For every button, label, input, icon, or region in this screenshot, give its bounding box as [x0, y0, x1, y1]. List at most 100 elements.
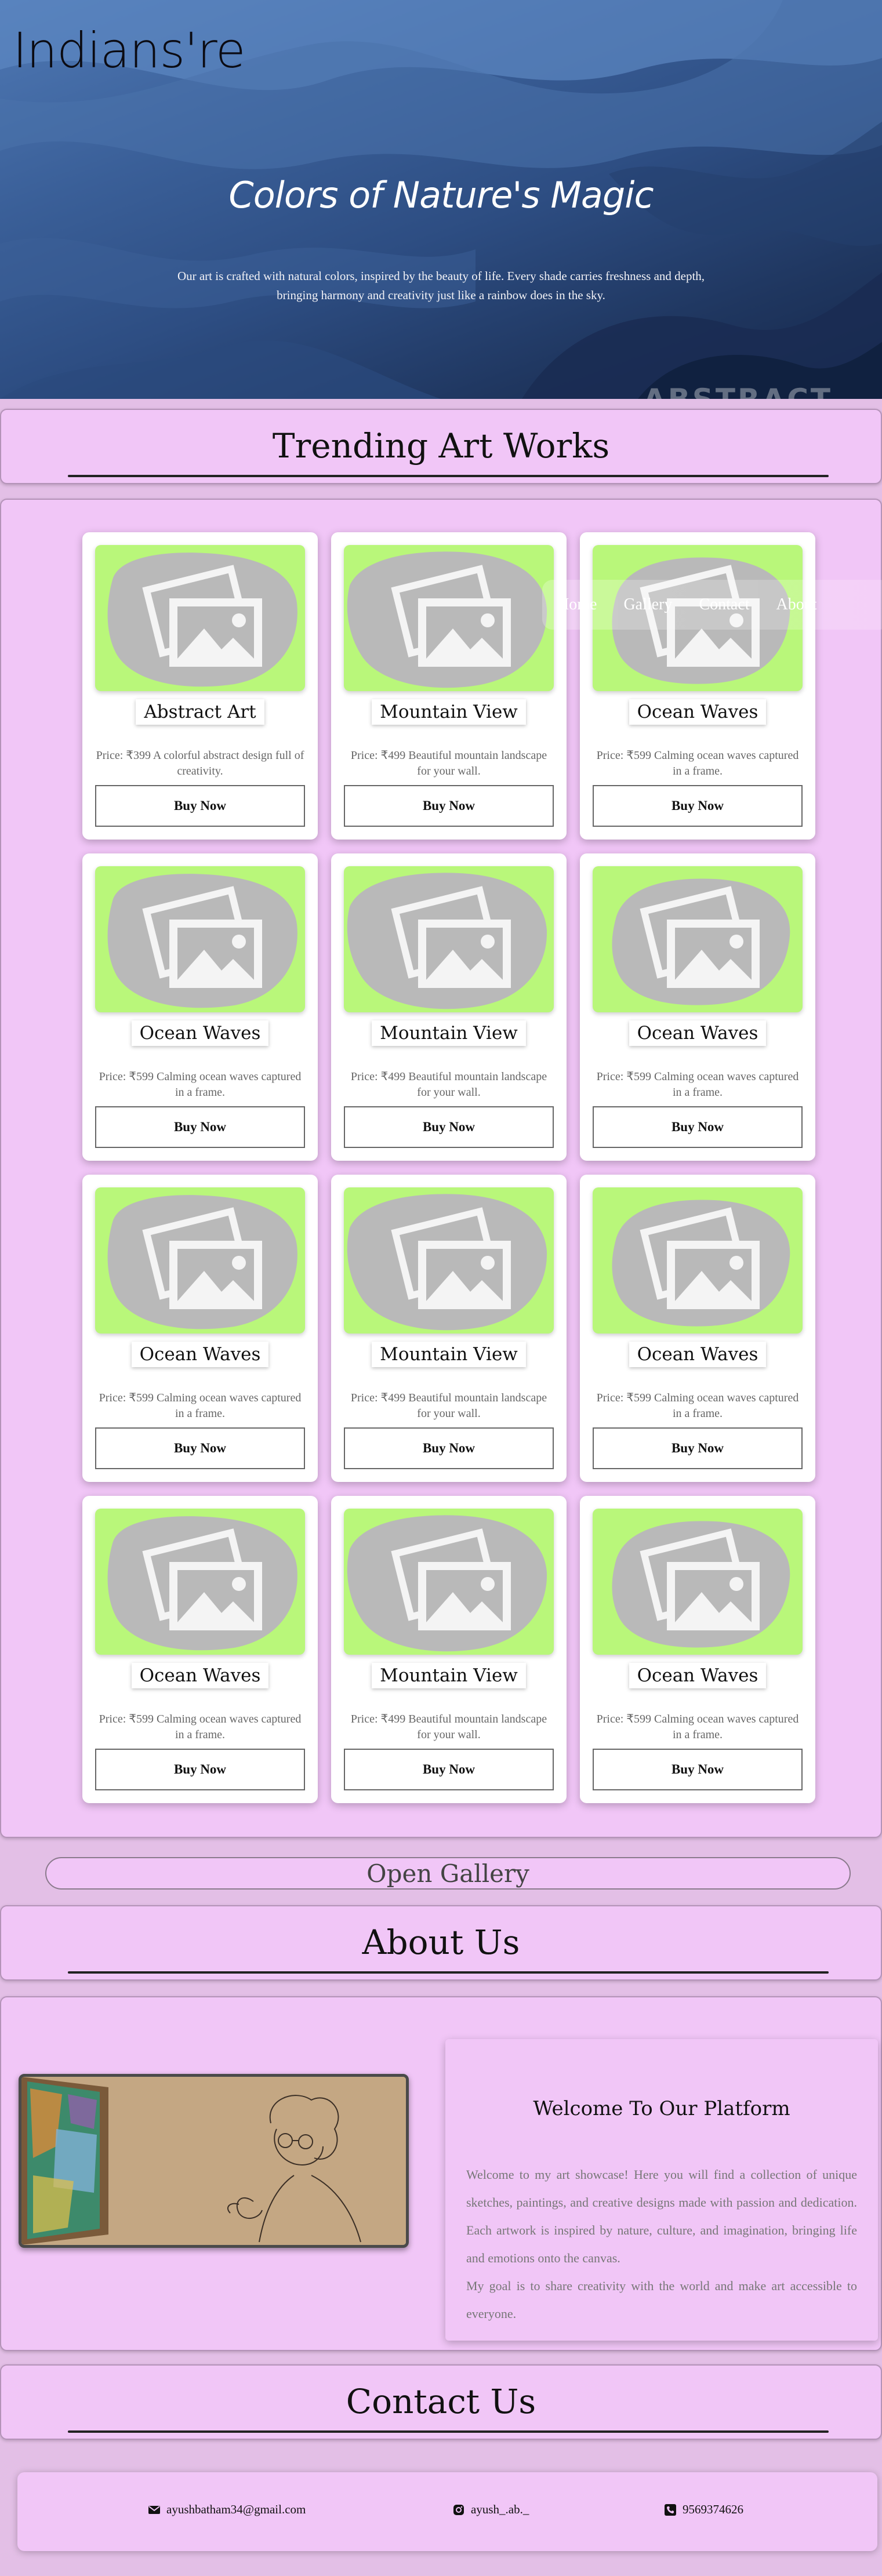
image-placeholder-icon	[612, 878, 790, 1005]
buy-now-button[interactable]: Buy Now	[344, 1427, 554, 1469]
buy-now-button[interactable]: Buy Now	[95, 785, 305, 827]
art-thumbnail[interactable]	[344, 1509, 554, 1655]
envelope-icon	[148, 2505, 160, 2514]
nav-item-contact[interactable]: Contact	[699, 595, 749, 614]
art-thumbnail[interactable]	[593, 1509, 803, 1655]
buy-now-button[interactable]: Buy Now	[593, 1106, 803, 1148]
buy-now-button[interactable]: Buy Now	[593, 1427, 803, 1469]
image-placeholder-icon	[107, 553, 297, 687]
about-welcome-card: Welcome To Our Platform Welcome to my ar…	[445, 2039, 878, 2341]
buy-now-button[interactable]: Buy Now	[95, 1427, 305, 1469]
art-card-title: Ocean Waves	[629, 1342, 767, 1367]
art-card-title: Ocean Waves	[629, 1663, 767, 1688]
buy-now-button[interactable]: Buy Now	[95, 1749, 305, 1790]
art-card: Ocean Waves Price: ₹599 Calming ocean wav…	[580, 853, 815, 1161]
art-card-title: Ocean Waves	[131, 1342, 269, 1367]
art-card: Ocean Waves Price: ₹599 Calming ocean wav…	[580, 532, 815, 840]
image-placeholder-icon	[347, 1194, 547, 1331]
art-card-description: Price: ₹599 Calming ocean waves captured…	[596, 1713, 799, 1741]
heading-underline	[68, 2430, 829, 2433]
art-card-title: Ocean Waves	[131, 1020, 269, 1046]
buy-now-button[interactable]: Buy Now	[95, 1106, 305, 1148]
nav-item-about[interactable]: About	[776, 595, 817, 614]
buy-now-button[interactable]: Buy Now	[344, 785, 554, 827]
heading-underline	[68, 1971, 829, 1974]
art-thumbnail[interactable]	[344, 545, 554, 691]
buy-now-button[interactable]: Buy Now	[593, 785, 803, 827]
art-thumbnail[interactable]	[593, 1187, 803, 1334]
art-card: Abstract Art Price: ₹399 A colorful abstr…	[82, 532, 318, 840]
nav-item-home[interactable]: Home	[557, 595, 597, 614]
art-card-description: Price: ₹599 Calming ocean waves captured…	[596, 1070, 799, 1099]
hero-description: Our art is crafted with natural colors, …	[177, 269, 705, 302]
about-card-title: Welcome To Our Platform	[533, 2097, 790, 2120]
art-card: Mountain View Price: ₹499 Beautiful mount…	[331, 532, 567, 840]
art-card-title: Ocean Waves	[131, 1663, 269, 1688]
hero-ghost-word: ABSTRACT	[643, 383, 833, 399]
art-card: Mountain View Price: ₹499 Beautiful mount…	[331, 1175, 567, 1482]
phone-icon	[665, 2504, 676, 2516]
site-logo[interactable]: Indians're	[13, 22, 246, 79]
art-card-title: Abstract Art	[136, 699, 264, 725]
image-placeholder-icon	[612, 1521, 790, 1648]
art-thumbnail[interactable]	[593, 866, 803, 1012]
art-card-title: Mountain View	[372, 699, 526, 725]
art-card-description: Price: ₹499 Beautiful mountain landscape…	[350, 749, 547, 777]
art-card: Ocean Waves Price: ₹599 Calming ocean wav…	[580, 1496, 815, 1803]
contact-header: Contact Us	[0, 2364, 882, 2440]
hero-banner: Indians're Colors of Nature's Magic Our …	[0, 0, 882, 399]
art-card-title: Mountain View	[372, 1663, 526, 1688]
about-card-text: Welcome to my art showcase! Here you wil…	[466, 2161, 857, 2328]
hero-title: Colors of Nature's Magic	[228, 174, 654, 216]
about-paragraph: Welcome to my art showcase! Here you wil…	[466, 2167, 857, 2265]
buy-now-button[interactable]: Buy Now	[593, 1749, 803, 1790]
art-card-description: Price: ₹499 Beautiful mountain landscape…	[350, 1070, 547, 1099]
art-thumbnail[interactable]	[95, 545, 305, 691]
art-thumbnail[interactable]	[344, 1187, 554, 1334]
art-card-description: Price: ₹599 Calming ocean waves captured…	[99, 1713, 302, 1741]
buy-now-button[interactable]: Buy Now	[344, 1106, 554, 1148]
open-gallery-button[interactable]: Open Gallery	[45, 1857, 851, 1890]
art-thumbnail[interactable]	[344, 866, 554, 1012]
art-card: Mountain View Price: ₹499 Beautiful mount…	[331, 853, 567, 1161]
art-card-description: Price: ₹499 Beautiful mountain landscape…	[350, 1391, 547, 1420]
art-card-description: Price: ₹599 Calming ocean waves captured…	[99, 1070, 302, 1099]
art-card-description: Price: ₹599 Calming ocean waves captured…	[596, 749, 799, 777]
image-placeholder-icon	[347, 551, 547, 688]
image-placeholder-icon	[612, 1200, 790, 1327]
art-card-title: Ocean Waves	[629, 1020, 767, 1046]
image-placeholder-icon	[107, 1516, 297, 1651]
contact-bar: ayushbatham34@gmail.com ayush_.ab._ 9569…	[17, 2472, 877, 2551]
buy-now-button[interactable]: Buy Now	[344, 1749, 554, 1790]
main-nav: Home Gallery Contact About	[542, 580, 882, 630]
contact-email[interactable]: ayushbatham34@gmail.com	[148, 2502, 306, 2517]
instagram-icon	[453, 2504, 464, 2515]
art-thumbnail[interactable]	[95, 1187, 305, 1334]
art-card-description: Price: ₹399 A colorful abstract design f…	[96, 749, 304, 777]
art-card-title: Mountain View	[372, 1342, 526, 1367]
art-card: Ocean Waves Price: ₹599 Calming ocean wav…	[82, 1175, 318, 1482]
image-placeholder-icon	[347, 873, 547, 1009]
image-placeholder-icon	[347, 1515, 547, 1652]
contact-heading: Contact Us	[346, 2382, 536, 2421]
contact-email-text: ayushbatham34@gmail.com	[166, 2502, 306, 2516]
art-card: Ocean Waves Price: ₹599 Calming ocean wav…	[82, 853, 318, 1161]
art-card-description: Price: ₹599 Calming ocean waves captured…	[99, 1391, 302, 1420]
contact-instagram-text: ayush_.ab._	[471, 2502, 529, 2516]
about-header: About Us	[0, 1905, 882, 1981]
trending-heading: Trending Art Works	[272, 426, 610, 466]
about-heading: About Us	[362, 1923, 520, 1962]
art-card-title: Ocean Waves	[629, 699, 767, 725]
trending-gallery: Abstract Art Price: ₹399 A colorful abstr…	[0, 499, 882, 1838]
contact-phone[interactable]: 9569374626	[664, 2502, 743, 2517]
art-thumbnail[interactable]	[95, 1509, 305, 1655]
contact-instagram[interactable]: ayush_.ab._	[452, 2502, 529, 2517]
about-paragraph-2: My goal is to share creativity with the …	[466, 2279, 857, 2321]
art-card-title: Mountain View	[372, 1020, 526, 1046]
art-card: Mountain View Price: ₹499 Beautiful mount…	[331, 1496, 567, 1803]
art-card: Ocean Waves Price: ₹599 Calming ocean wav…	[580, 1175, 815, 1482]
art-card: Ocean Waves Price: ₹599 Calming ocean wav…	[82, 1496, 318, 1803]
art-card-description: Price: ₹499 Beautiful mountain landscape…	[350, 1713, 547, 1741]
nav-item-gallery[interactable]: Gallery	[623, 595, 672, 614]
art-thumbnail[interactable]	[95, 866, 305, 1012]
